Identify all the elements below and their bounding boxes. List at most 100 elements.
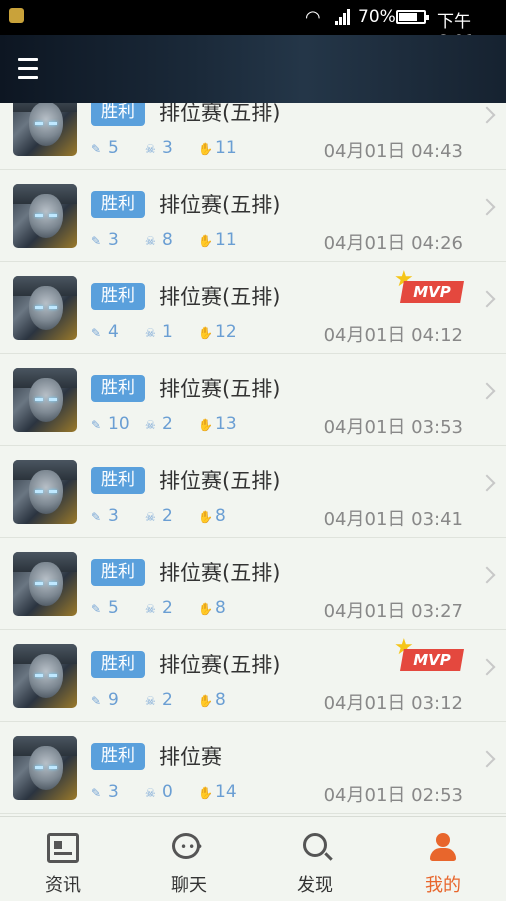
result-badge: 胜利: [91, 651, 145, 678]
hero-avatar: [13, 368, 77, 432]
hero-avatar: [13, 736, 77, 800]
deaths-stat: ☠ 1: [145, 322, 173, 342]
chevron-right-icon: [478, 750, 496, 768]
kills-stat: ✎ 3: [91, 230, 119, 250]
kills-stat: ✎ 10: [91, 414, 130, 434]
chevron-right-icon: [478, 474, 496, 492]
kills-stat: ✎ 3: [91, 506, 119, 526]
match-mode: 排位赛(五排): [159, 561, 281, 585]
sword-icon: ✎: [91, 510, 102, 524]
hand-icon: ✋: [198, 786, 213, 800]
chevron-right-icon: [478, 382, 496, 400]
match-row[interactable]: 胜利 排位赛(五排) ✎ 5 ☠ 2 ✋ 8 04月01日 03:27: [0, 539, 506, 630]
signal-icon: [335, 9, 351, 25]
profile-icon: [427, 833, 459, 863]
tab-news[interactable]: 资讯: [0, 817, 126, 901]
hero-avatar: [13, 552, 77, 616]
sword-icon: ✎: [91, 326, 102, 340]
hand-icon: ✋: [198, 602, 213, 616]
assists-value: 13: [215, 414, 237, 434]
assists-stat: ✋ 11: [198, 230, 237, 250]
match-mode: 排位赛: [159, 745, 222, 769]
match-row[interactable]: 胜利 排位赛(五排) ✎ 3 ☠ 8 ✋ 11 04月01日 04:26: [0, 171, 506, 262]
battery-icon: [396, 10, 429, 24]
assists-value: 8: [215, 690, 226, 710]
mvp-badge: ★ MVP: [394, 269, 466, 305]
sword-icon: ✎: [91, 142, 102, 156]
match-mode: 排位赛(五排): [159, 469, 281, 493]
kills-value: 3: [108, 506, 119, 526]
match-mode: 排位赛(五排): [159, 653, 281, 677]
deaths-value: 2: [162, 690, 173, 710]
mvp-badge: ★ MVP: [394, 637, 466, 673]
assists-value: 11: [215, 230, 237, 250]
kills-value: 3: [108, 230, 119, 250]
deaths-value: 2: [162, 598, 173, 618]
match-mode: 排位赛(五排): [159, 377, 281, 401]
match-row[interactable]: 胜利 排位赛(五排) ✎ 4 ☠ 1 ✋ 12 04月01日 04:12 ★ MVP: [0, 263, 506, 354]
mvp-label: MVP: [400, 281, 464, 303]
hand-icon: ✋: [198, 510, 213, 524]
deaths-value: 3: [162, 138, 173, 158]
kills-stat: ✎ 5: [91, 598, 119, 618]
hero-avatar: [13, 184, 77, 248]
match-mode: 排位赛(五排): [159, 103, 281, 125]
sword-icon: ✎: [91, 602, 102, 616]
hamburger-menu-icon[interactable]: [18, 55, 38, 83]
tab-discover[interactable]: 发现: [252, 817, 378, 901]
result-badge: 胜利: [91, 559, 145, 586]
kills-stat: ✎ 5: [91, 138, 119, 158]
kills-stat: ✎ 4: [91, 322, 119, 342]
assists-stat: ✋ 8: [198, 598, 226, 618]
deaths-stat: ☠ 2: [145, 598, 173, 618]
assists-stat: ✋ 14: [198, 782, 237, 802]
chevron-right-icon: [478, 198, 496, 216]
hand-icon: ✋: [198, 234, 213, 248]
match-row[interactable]: 胜利 排位赛(五排) ✎ 5 ☠ 3 ✋ 11 04月01日 04:43: [0, 103, 506, 170]
match-datetime: 04月01日 04:12: [323, 325, 463, 346]
assists-stat: ✋ 11: [198, 138, 237, 158]
hero-avatar: [13, 460, 77, 524]
tab-chat[interactable]: ••• 聊天: [126, 817, 252, 901]
match-history-list: 胜利 排位赛(五排) ✎ 5 ☠ 3 ✋ 11 04月01日 04:43 胜利 排位赛(五排) ✎ 3 ☠…: [0, 103, 506, 816]
battery-percent: 70%: [358, 7, 396, 27]
news-icon: [47, 833, 79, 863]
match-datetime: 04月01日 04:43: [323, 141, 463, 162]
deaths-value: 8: [162, 230, 173, 250]
match-row[interactable]: 胜利 排位赛(五排) ✎ 10 ☠ 2 ✋ 13 04月01日 03:53: [0, 355, 506, 446]
kills-value: 4: [108, 322, 119, 342]
hero-avatar: [13, 276, 77, 340]
deaths-value: 2: [162, 414, 173, 434]
kills-value: 10: [108, 414, 130, 434]
kills-value: 5: [108, 598, 119, 618]
hand-icon: ✋: [198, 142, 213, 156]
hero-avatar: [13, 644, 77, 708]
deaths-stat: ☠ 2: [145, 414, 173, 434]
assists-value: 11: [215, 138, 237, 158]
assists-value: 14: [215, 782, 237, 802]
tab-news-label: 资讯: [45, 875, 81, 896]
result-badge: 胜利: [91, 103, 145, 126]
kills-value: 3: [108, 782, 119, 802]
assists-value: 8: [215, 506, 226, 526]
tab-profile[interactable]: 我的: [380, 817, 506, 901]
chevron-right-icon: [478, 106, 496, 124]
skull-icon: ☠: [145, 510, 156, 524]
match-row[interactable]: 胜利 排位赛(五排) ✎ 9 ☠ 2 ✋ 8 04月01日 03:12 ★ MVP: [0, 631, 506, 722]
bottom-tab-bar: 资讯 ••• 聊天 发现 我的: [0, 816, 506, 901]
kills-value: 5: [108, 138, 119, 158]
match-row[interactable]: 胜利 排位赛 ✎ 3 ☠ 0 ✋ 14 04月01日 02:53: [0, 723, 506, 814]
sword-icon: ✎: [91, 234, 102, 248]
mvp-label: MVP: [400, 649, 464, 671]
deaths-value: 1: [162, 322, 173, 342]
skull-icon: ☠: [145, 602, 156, 616]
status-bar: ◠ 70% 下午6:01: [0, 0, 506, 52]
hand-icon: ✋: [198, 694, 213, 708]
match-row[interactable]: 胜利 排位赛(五排) ✎ 3 ☠ 2 ✋ 8 04月01日 03:41: [0, 447, 506, 538]
hand-icon: ✋: [198, 326, 213, 340]
result-badge: 胜利: [91, 743, 145, 770]
assists-stat: ✋ 8: [198, 506, 226, 526]
result-badge: 胜利: [91, 467, 145, 494]
match-datetime: 04月01日 03:41: [323, 509, 463, 530]
chat-icon: •••: [172, 833, 203, 859]
